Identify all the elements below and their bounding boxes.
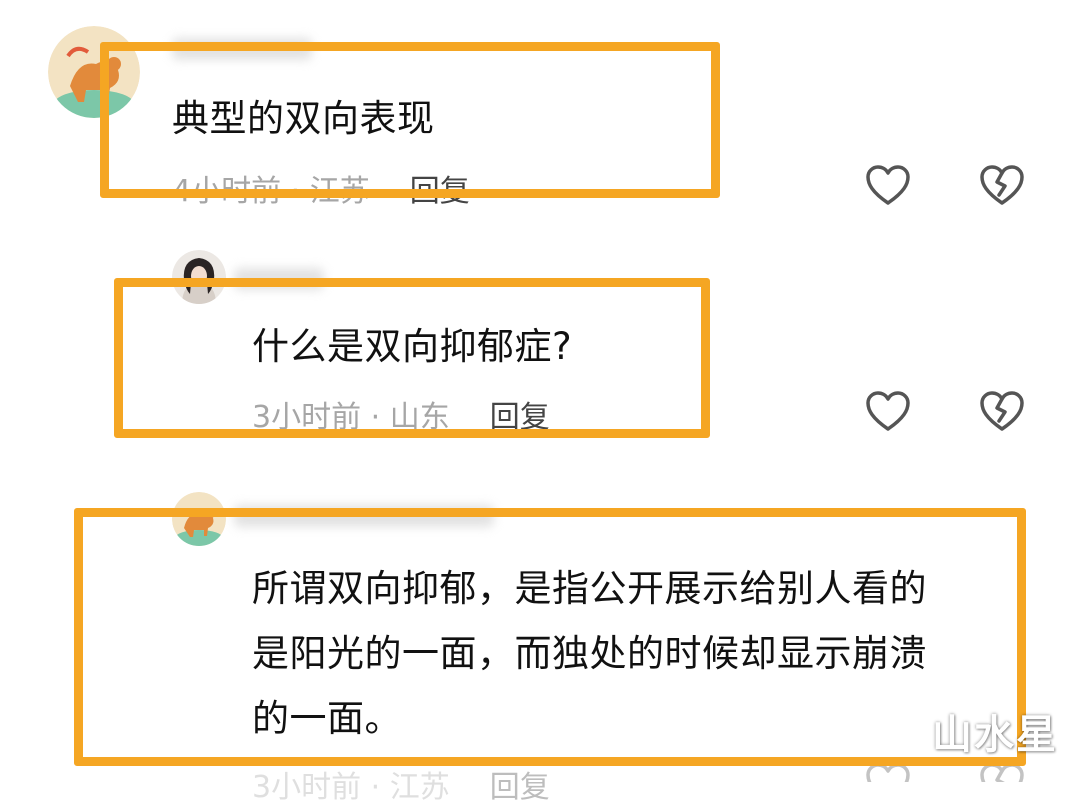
dislike-button[interactable] <box>978 388 1026 436</box>
heart-outline-icon <box>866 763 910 782</box>
like-button[interactable] <box>864 162 912 210</box>
reply-button[interactable]: 回复 <box>410 174 470 209</box>
comment-3-time: 3小时前 <box>252 770 362 805</box>
dislike-button[interactable] <box>978 760 1026 782</box>
avatar-comment-1[interactable] <box>48 26 140 118</box>
avatar-comment-2[interactable] <box>172 250 226 304</box>
dislike-button[interactable] <box>978 162 1026 210</box>
comment-2-time: 3小时前 <box>252 400 362 435</box>
reply-button[interactable]: 回复 <box>490 400 550 435</box>
comment-2-text: 什么是双向抑郁症? <box>252 325 573 368</box>
watermark: 山水星 <box>932 712 1058 758</box>
comment-1-time: 4小时前 <box>172 174 282 209</box>
username-comment-2[interactable] <box>234 268 324 290</box>
comment-2-location: 山东 <box>389 400 450 435</box>
meta-separator: · <box>281 174 310 209</box>
comment-2-meta: 3小时前 · 山东 回复 <box>252 392 550 436</box>
comment-3-line-1: 所谓双向抑郁，是指公开展示给别人看的 <box>252 567 927 610</box>
heart-outline-icon <box>866 165 910 205</box>
avatar-comment-3[interactable] <box>172 492 226 546</box>
like-button[interactable] <box>864 760 912 782</box>
comment-3-location: 江苏 <box>389 770 450 805</box>
broken-heart-icon <box>980 391 1024 431</box>
comment-1-location: 江苏 <box>309 174 370 209</box>
meta-separator: · <box>361 400 390 435</box>
heart-outline-icon <box>866 391 910 431</box>
broken-heart-icon <box>980 165 1024 205</box>
comment-1-meta: 4小时前 · 江苏 回复 <box>172 166 470 210</box>
username-comment-3[interactable] <box>234 505 494 527</box>
comment-3-line-3: 的一面。 <box>252 697 402 740</box>
comment-3-line-2: 是阳光的一面，而独处的时候却显示崩溃 <box>252 632 927 675</box>
username-comment-1[interactable] <box>172 38 312 60</box>
comment-3-meta: 3小时前 · 江苏 回复 <box>252 762 550 806</box>
comment-1-text: 典型的双向表现 <box>172 97 435 140</box>
like-button[interactable] <box>864 388 912 436</box>
meta-separator: · <box>361 770 390 805</box>
broken-heart-icon <box>980 763 1024 782</box>
reply-button[interactable]: 回复 <box>490 770 550 805</box>
